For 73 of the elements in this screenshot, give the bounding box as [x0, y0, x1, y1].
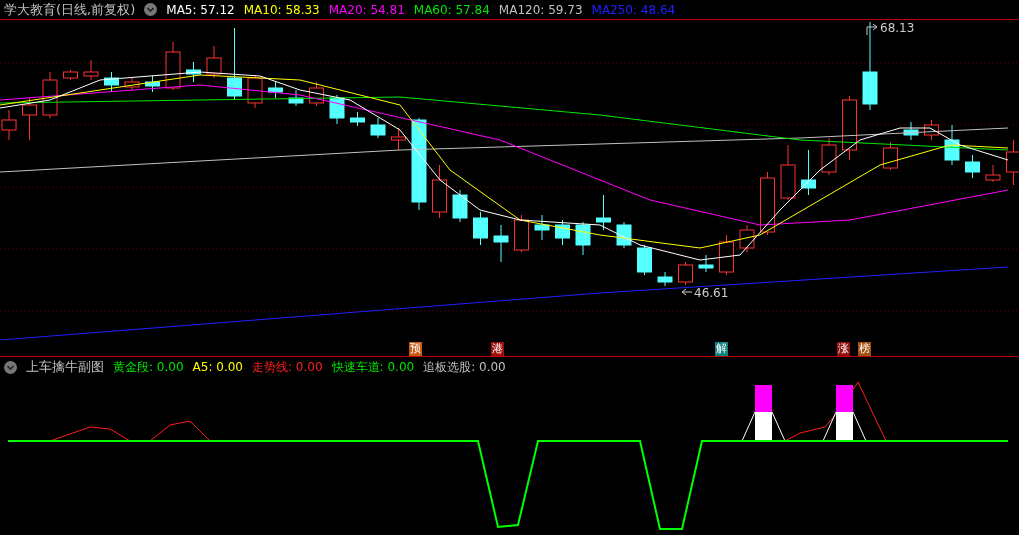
candlestick: [1006, 139, 1019, 186]
candlestick: [42, 71, 58, 119]
high-price-label: 68.13: [880, 21, 915, 35]
chart-title: 学大教育(日线,前复权): [4, 0, 136, 19]
candlestick: [944, 124, 960, 166]
candlestick: [698, 254, 714, 273]
candlestick: [186, 61, 201, 83]
indicator-value: A5: 0.00: [192, 359, 243, 376]
candlestick: [350, 111, 365, 127]
candlestick: [575, 221, 591, 256]
candlestick: [145, 75, 160, 93]
event-marker[interactable]: 解: [715, 342, 728, 356]
indicator-value: MA20: 54.81: [328, 1, 405, 19]
candlestick: [883, 141, 898, 171]
candlestick: [452, 189, 468, 223]
candlestick: [432, 164, 447, 219]
leader-line: [681, 288, 693, 296]
signal-bar: [755, 385, 772, 441]
candlestick: [985, 164, 1001, 183]
dropdown-icon[interactable]: [4, 360, 17, 374]
indicator-value: MA60: 57.84: [413, 1, 490, 19]
dropdown-icon[interactable]: [144, 3, 158, 16]
candlestick: [124, 77, 140, 91]
candlestick: [22, 97, 37, 141]
candlestick: [801, 149, 816, 196]
candlestick: [596, 194, 611, 231]
candlestick: [104, 71, 119, 93]
candlestick: [678, 261, 693, 286]
indicator-value: MA250: 48.64: [591, 1, 676, 19]
event-marker[interactable]: 港: [491, 342, 504, 356]
candlestick: [637, 244, 652, 276]
candlestick: [739, 224, 755, 253]
candlestick: [63, 69, 78, 81]
chart-title: 上车擒牛副图: [26, 358, 104, 377]
candlestick: [821, 137, 837, 176]
candlestick: [247, 74, 263, 109]
candlestick: [391, 127, 406, 151]
indicator-value: MA5: 57.12: [166, 1, 235, 19]
low-price-label: 46.61: [694, 286, 729, 300]
candlestick: [903, 121, 919, 141]
event-marker[interactable]: 涨: [837, 342, 850, 356]
indicator-value: 快速车道: 0.00: [331, 359, 415, 376]
candlestick: [534, 214, 550, 241]
candlestick: [206, 45, 222, 79]
candlestick: [842, 95, 857, 161]
candlestick: [965, 154, 980, 179]
candlestick: [83, 59, 99, 81]
candlestick: [555, 219, 570, 246]
candlestick: [1, 109, 17, 141]
candlestick: [268, 81, 283, 99]
event-marker[interactable]: 预: [409, 342, 422, 356]
candlestick: [924, 119, 939, 141]
indicator-value: MA120: 59.73: [498, 1, 583, 19]
candlestick: [165, 41, 181, 91]
candlestick: [760, 171, 775, 236]
event-marker[interactable]: 榜: [858, 342, 871, 356]
indicator-value: 追板选股: 0.00: [423, 359, 506, 376]
candlestick: [309, 81, 324, 107]
indicator-value: 黄金段: 0.00: [113, 359, 184, 376]
indicator-value: 走势线: 0.00: [252, 359, 323, 376]
leader-line: [866, 23, 878, 36]
candlestick: [329, 94, 345, 125]
candlestick: [514, 214, 529, 253]
candlestick: [616, 221, 632, 249]
indicator-value: MA10: 58.33: [243, 1, 320, 19]
signal-bar: [836, 385, 853, 441]
candlestick: [473, 211, 488, 246]
candlestick: [288, 89, 304, 107]
candlestick: [370, 117, 386, 139]
candlestick: [493, 224, 509, 263]
candlestick: [719, 234, 734, 276]
candlestick: [657, 271, 673, 287]
candlestick: [780, 144, 796, 201]
